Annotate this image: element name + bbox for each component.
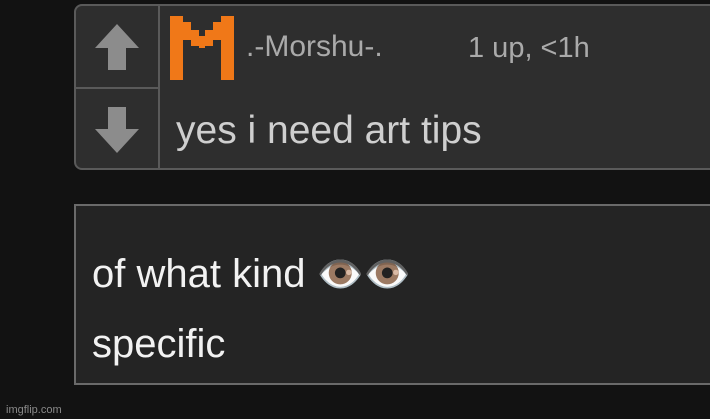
username-link[interactable]: .-Morshu-. [246, 30, 383, 64]
vote-column [76, 6, 160, 168]
reply-line-2: specific [92, 322, 226, 366]
arrow-up-icon [95, 23, 139, 70]
eyes-icon: 👁️👁️ [316, 254, 412, 296]
arrow-down-icon [95, 106, 139, 153]
orange-pixel-m-avatar [170, 16, 234, 80]
reply-line-1: of what kind 👁️👁️ [92, 252, 411, 297]
upvote-button[interactable] [76, 6, 158, 89]
reply-text-1: of what kind [92, 252, 306, 296]
comment-text: yes i need art tips [176, 109, 482, 152]
avatar[interactable] [170, 16, 234, 80]
reply-box[interactable]: of what kind 👁️👁️ specific [74, 204, 710, 385]
comment-card: .-Morshu-. 1 up, <1h yes i need art tips [74, 4, 710, 170]
comment-body: .-Morshu-. 1 up, <1h yes i need art tips [160, 6, 710, 168]
comment-meta: 1 up, <1h [468, 32, 590, 64]
watermark: imgflip.com [6, 404, 62, 416]
downvote-button[interactable] [76, 89, 158, 168]
